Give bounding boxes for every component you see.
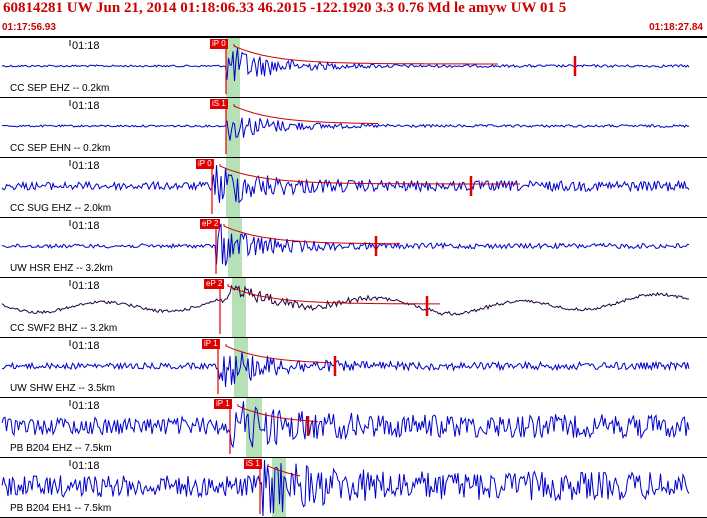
coda-line	[233, 44, 498, 65]
channel-label: CC SEP EHZ -- 0.2km	[10, 83, 110, 94]
waveform-trace	[1, 47, 690, 82]
minute-tick-label: 01:18	[72, 100, 100, 112]
waveform-trace	[1, 223, 690, 266]
coda-line	[233, 104, 378, 124]
channel-label: PB B204 EHZ -- 7.5km	[10, 443, 112, 454]
minute-tick-label: 01:18	[72, 340, 100, 352]
waveform-trace	[1, 401, 690, 449]
waveform-trace	[1, 284, 690, 316]
minute-tick-label: 01:18	[72, 400, 100, 412]
minute-tick-label: 01:18	[72, 160, 100, 172]
waveform-trace	[1, 165, 690, 204]
channel-label: PB B204 EH1 -- 7.5km	[10, 503, 112, 514]
coda-line	[223, 224, 400, 245]
channel-label: CC SEP EHN -- 0.2km	[10, 143, 111, 154]
channel-label: CC SUG EHZ -- 2.0km	[10, 203, 112, 214]
pick-label[interactable]: eP 2	[204, 279, 225, 289]
pick-label[interactable]: iS 1	[210, 99, 228, 109]
waveform-trace	[1, 117, 690, 141]
minute-tick-label: 01:18	[72, 220, 100, 232]
pick-label[interactable]: iP 1	[202, 339, 220, 349]
pick-label[interactable]: iP 0	[196, 159, 214, 169]
channel-label: UW SHW EHZ -- 3.5km	[10, 383, 115, 394]
pick-label[interactable]: iP 1	[214, 399, 232, 409]
channel-label: CC SWF2 BHZ -- 3.2km	[10, 323, 118, 334]
coda-line	[227, 284, 440, 305]
waveform-trace	[1, 351, 690, 387]
minute-tick-label: 01:18	[72, 40, 100, 52]
pick-label[interactable]: iS 1	[244, 459, 262, 469]
channel-label: UW HSR EHZ -- 3.2km	[10, 263, 113, 274]
minute-tick-label: 01:18	[72, 280, 100, 292]
minute-tick-label: 01:18	[72, 460, 100, 472]
pick-label[interactable]: eP 2	[200, 219, 221, 229]
seismogram-panel[interactable]	[0, 0, 707, 518]
pick-label[interactable]: iP 0	[210, 39, 228, 49]
